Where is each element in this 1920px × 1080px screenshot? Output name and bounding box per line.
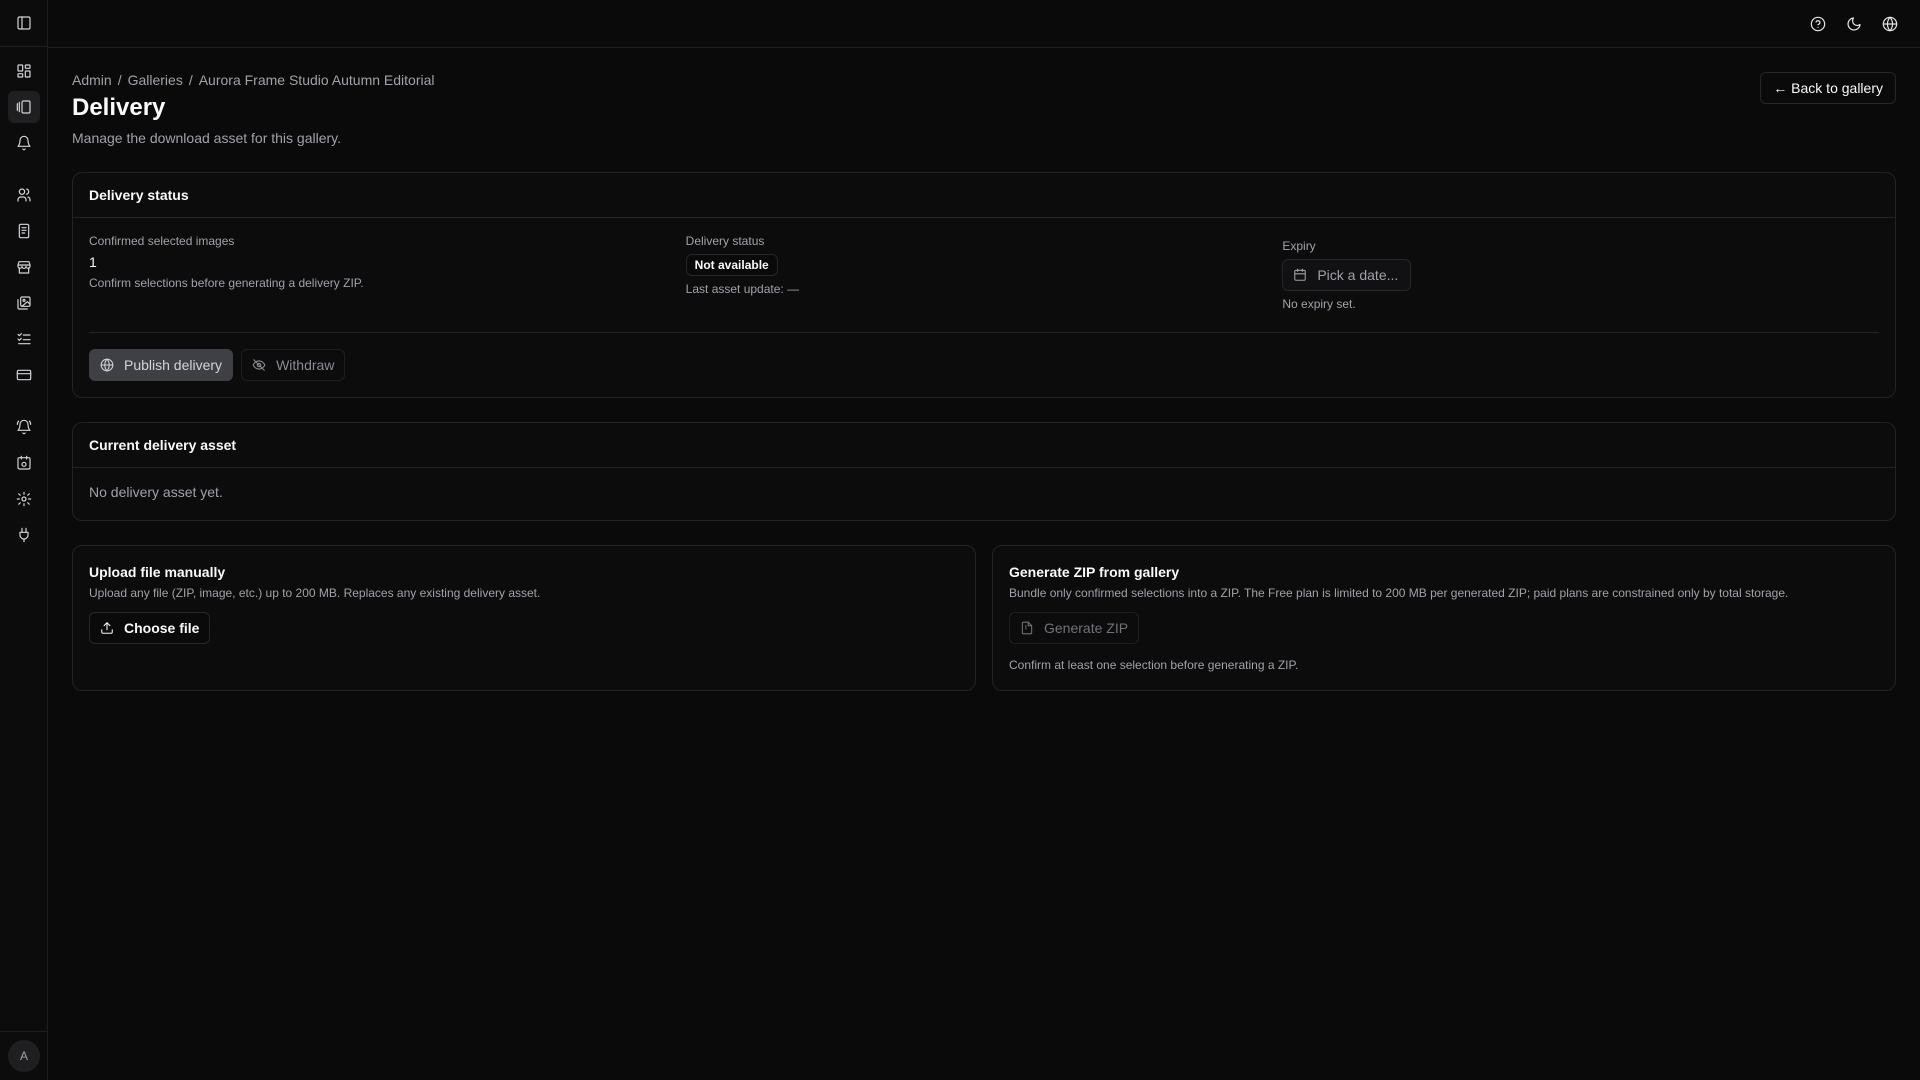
sidebar-group-main [7,55,40,159]
confirmed-label: Confirmed selected images [89,234,235,248]
expiry-column: Expiry Pick a date... No expiry set. [1282,234,1879,332]
globe-icon [100,358,114,372]
breadcrumb-admin[interactable]: Admin [72,72,112,88]
zip-title: Generate ZIP from gallery [1009,564,1180,580]
card-title: Current delivery asset [73,423,1895,468]
status-badge: Not available [685,254,778,276]
upload-subtitle: Upload any file (ZIP, image, etc.) up to… [89,586,541,600]
delivery-status-card: Delivery status Confirmed selected image… [72,172,1896,398]
breadcrumb-galleries[interactable]: Galleries [128,72,183,88]
settings-icon[interactable] [8,483,40,515]
sidebar-divider [0,1031,47,1032]
upload-generate-row: Upload file manually Upload any file (ZI… [72,545,1896,691]
date-placeholder: Pick a date... [1317,267,1399,283]
sidebar-header [0,0,47,47]
breadcrumb-separator: / [188,72,193,88]
back-to-gallery-button[interactable]: ← Back to gallery [1760,72,1896,104]
generate-zip-card: Generate ZIP from gallery Bundle only co… [992,545,1896,691]
zip-subtitle: Bundle only confirmed selections into a … [1009,586,1789,600]
avatar[interactable]: A [8,1040,40,1072]
delivery-label: Delivery status [685,234,765,248]
galleries-icon[interactable] [7,91,40,123]
confirmed-value: 1 [89,254,97,270]
generate-zip-label: Generate ZIP [1044,620,1129,636]
integrations-icon[interactable] [8,519,40,551]
store-icon[interactable] [8,251,40,283]
notifications-icon[interactable] [8,127,40,159]
expiry-date-picker[interactable]: Pick a date... [1282,259,1412,291]
upload-card: Upload file manually Upload any file (ZI… [72,545,976,691]
card-title: Delivery status [73,173,1895,218]
upload-icon [100,621,114,635]
page-subtitle: Manage the download asset for this galle… [72,130,342,146]
expiry-label: Expiry [1282,239,1316,253]
billing-icon[interactable] [8,359,40,391]
language-icon[interactable] [1874,8,1906,40]
file-archive-icon [1020,621,1034,635]
generate-zip-button[interactable]: Generate ZIP [1009,612,1140,644]
expiry-note: No expiry set. [1282,297,1356,311]
withdraw-label: Withdraw [276,357,335,373]
confirmed-note: Confirm selections before generating a d… [89,276,364,290]
breadcrumb-separator: / [117,72,122,88]
alerts-icon[interactable] [8,411,40,443]
last-update-text: Last asset update: — [685,282,800,296]
calendar-icon[interactable] [8,447,40,479]
choose-file-button[interactable]: Choose file [89,612,211,644]
withdraw-button[interactable]: Withdraw [241,349,346,381]
page-title: Delivery [72,94,166,121]
publish-delivery-button[interactable]: Publish delivery [89,349,234,381]
page-content: Admin / Galleries / Aurora Frame Studio … [48,48,1920,691]
help-icon[interactable] [1802,8,1834,40]
sidebar: A [0,0,48,1080]
status-actions: Publish delivery Withdraw [73,333,1895,397]
current-asset-card: Current delivery asset No delivery asset… [72,422,1896,521]
theme-icon[interactable] [1838,8,1870,40]
clients-icon[interactable] [8,179,40,211]
upload-title: Upload file manually [89,564,226,580]
tasks-icon[interactable] [8,323,40,355]
breadcrumb: Admin / Galleries / Aurora Frame Studio … [72,72,1896,88]
sidebar-group-system [8,411,40,551]
choose-file-label: Choose file [124,620,200,636]
panel-toggle-icon[interactable] [8,7,40,39]
asset-empty-text: No delivery asset yet. [89,484,223,500]
main-area: Admin / Galleries / Aurora Frame Studio … [48,0,1920,1080]
delivery-column: Delivery status Not available Last asset… [685,234,1283,332]
topbar [48,0,1920,48]
invoices-icon[interactable] [8,215,40,247]
publish-label: Publish delivery [124,357,223,373]
dashboard-icon[interactable] [8,55,40,87]
zip-note: Confirm at least one selection before ge… [1009,658,1299,672]
status-grid: Confirmed selected images 1 Confirm sele… [89,218,1879,333]
confirmed-column: Confirmed selected images 1 Confirm sele… [89,234,686,332]
sidebar-group-business [8,179,40,391]
calendar-icon [1293,268,1307,282]
breadcrumb-gallery-name[interactable]: Aurora Frame Studio Autumn Editorial [199,72,435,88]
images-icon[interactable] [8,287,40,319]
eye-off-icon [252,358,266,372]
